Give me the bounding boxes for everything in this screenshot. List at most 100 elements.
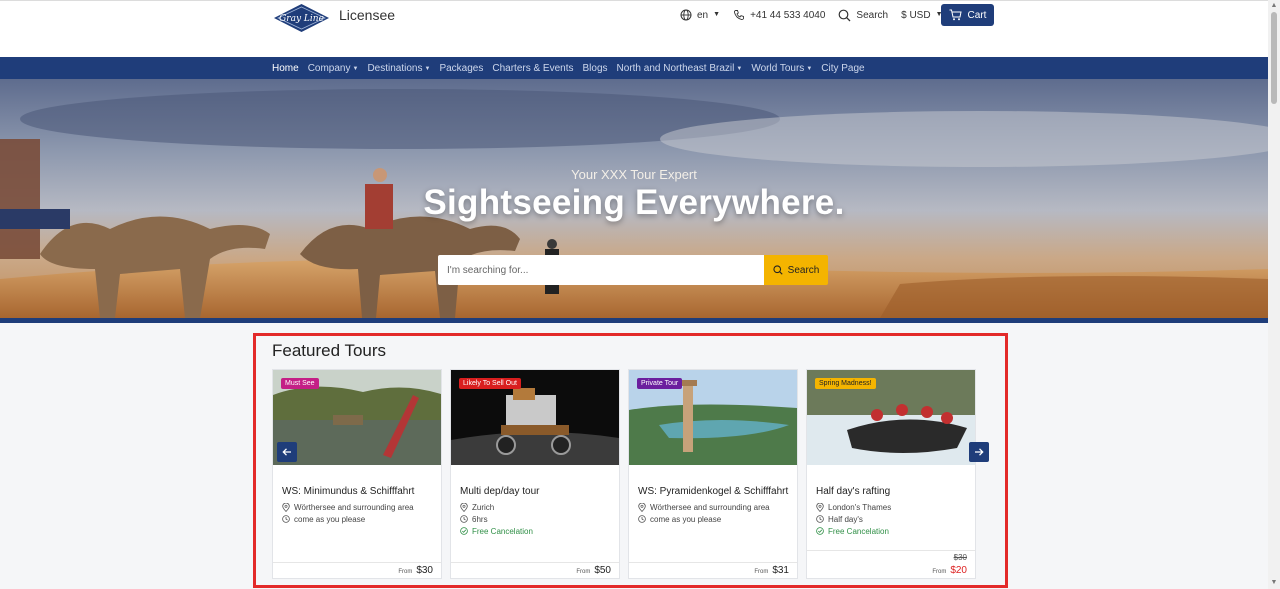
tour-image[interactable]: Likely To Sell Out [451,370,619,465]
nav-item[interactable]: Packages [439,63,483,74]
tour-title[interactable]: Half day's rafting [816,486,890,497]
price-from-label: From [576,569,591,575]
tour-meta: Zurich 6hrs Free Cancelation [460,501,533,537]
clock-icon [460,515,468,523]
check-circle-icon [460,527,468,535]
brand-name: Licensee [339,7,396,23]
gray-line-logo[interactable]: Gray Line [273,3,330,33]
tour-duration-text: Half day's [828,514,863,524]
logo-wordmark: Gray Line [279,14,324,24]
nav-item[interactable]: Destinations ▼ [367,63,430,74]
free-cancellation-text: Free Cancelation [828,526,889,536]
hero-divider [0,318,1268,323]
scrollbar-thumb[interactable] [1271,12,1277,104]
tour-title[interactable]: WS: Minimundus & Schifffahrt [282,486,414,497]
tour-location: Zurich [460,501,533,513]
chevron-down-icon: ▼ [424,65,431,72]
featured-tours-section: Featured Tours Must See WS: Minimundus &… [253,333,1008,588]
tour-price: From $20 [932,565,967,576]
carousel-next-button[interactable] [969,442,989,462]
language-selector[interactable]: en ▼ [680,9,720,21]
clock-icon [282,515,290,523]
price-value: $31 [772,565,789,576]
phone-link[interactable]: +41 44 533 4040 [733,9,825,21]
card-divider [273,562,441,563]
tour-badge: Spring Madness! [815,378,876,389]
hero-banner: Your XXX Tour Expert Sightseeing Everywh… [0,79,1268,318]
map-pin-icon [460,502,468,512]
currency-selector[interactable]: $ USD ▼ [901,10,942,21]
check-circle-icon [816,527,824,535]
original-price: $30 [953,553,967,562]
tour-card[interactable]: Spring Madness! Half day's rafting Londo… [806,369,976,579]
tour-duration: Half day's [816,513,891,525]
tour-image[interactable]: Spring Madness! [807,370,975,465]
search-icon [839,9,851,21]
tour-location: Wörthersee and surrounding area [638,501,770,513]
clock-icon [816,515,824,523]
arrow-left-icon [282,448,291,456]
arrow-right-icon [975,448,984,456]
nav-item[interactable]: City Page [821,63,864,74]
currency-label: $ USD [901,9,931,21]
tour-location-text: Wörthersee and surrounding area [650,502,770,512]
nav-item-label: North and Northeast Brazil [616,62,735,74]
tour-duration-text: 6hrs [472,514,488,524]
nav-item[interactable]: Charters & Events [492,63,573,74]
tour-location: Wörthersee and surrounding area [282,501,414,513]
tour-duration: come as you please [282,513,414,525]
nav-item[interactable]: Company ▼ [308,63,359,74]
hero-title: Sightseeing Everywhere. [423,183,845,222]
card-divider [807,550,975,551]
top-header: Gray Line Licensee en ▼ +41 44 533 4040 … [0,0,1268,58]
cart-button[interactable]: Cart [941,4,994,26]
header-search[interactable]: Search [838,9,888,22]
hero-search-button-label: Search [787,264,820,276]
page-scrollbar[interactable]: ▲ ▼ [1268,0,1280,589]
nav-item-label: City Page [821,62,865,74]
nav-item[interactable]: Home [272,63,299,74]
hero-search-button[interactable]: Search [764,255,828,285]
carousel-prev-button[interactable] [277,442,297,462]
clock-icon [638,515,646,523]
scroll-down-icon[interactable]: ▼ [1270,579,1278,587]
scroll-up-icon[interactable]: ▲ [1270,2,1278,10]
nav-menu: Home Company ▼ Destinations ▼ Packages Charter… [272,57,874,79]
globe-icon [680,9,692,21]
nav-item-label: Company [307,62,351,74]
tour-location-text: Wörthersee and surrounding area [294,502,414,512]
nav-item-label: Packages [439,62,484,74]
tour-card[interactable]: Private Tour WS: Pyramidenkogel & Schiff… [628,369,798,579]
featured-tours-heading: Featured Tours [272,341,387,360]
nav-item[interactable]: Blogs [583,63,608,74]
tour-image[interactable]: Must See [273,370,441,465]
nav-item-label: Destinations [367,62,423,74]
price-from-label: From [398,569,413,575]
nav-item[interactable]: World Tours ▼ [751,63,812,74]
tour-duration-text: come as you please [650,514,722,524]
tour-location-text: Zurich [472,502,495,512]
tour-location-text: London's Thames [828,502,892,512]
tour-search-input[interactable] [438,255,764,285]
tour-price: From $31 [754,565,789,576]
tour-badge: Likely To Sell Out [459,378,521,389]
nav-item-label: Home [272,62,299,74]
cart-label: Cart [967,9,987,21]
main-navigation: Home Company ▼ Destinations ▼ Packages Charter… [0,57,1268,79]
phone-icon [734,10,745,20]
tour-card[interactable]: Likely To Sell Out Multi dep/day tour Zu… [450,369,620,579]
tour-meta: Wörthersee and surrounding area come as … [638,501,770,525]
price-value: $30 [416,565,433,576]
tour-image[interactable]: Private Tour [629,370,797,465]
tour-location: London's Thames [816,501,891,513]
phone-number: +41 44 533 4040 [750,9,826,21]
search-icon [773,265,783,275]
map-pin-icon [638,502,646,512]
tour-duration-text: come as you please [294,514,366,524]
card-divider [451,562,619,563]
nav-item-label: Blogs [582,62,608,74]
nav-item[interactable]: North and Northeast Brazil ▼ [617,63,743,74]
tour-card[interactable]: Must See WS: Minimundus & Schifffahrt Wö… [272,369,442,579]
tour-title[interactable]: WS: Pyramidenkogel & Schifffahrt [638,486,788,497]
tour-title[interactable]: Multi dep/day tour [460,486,540,497]
